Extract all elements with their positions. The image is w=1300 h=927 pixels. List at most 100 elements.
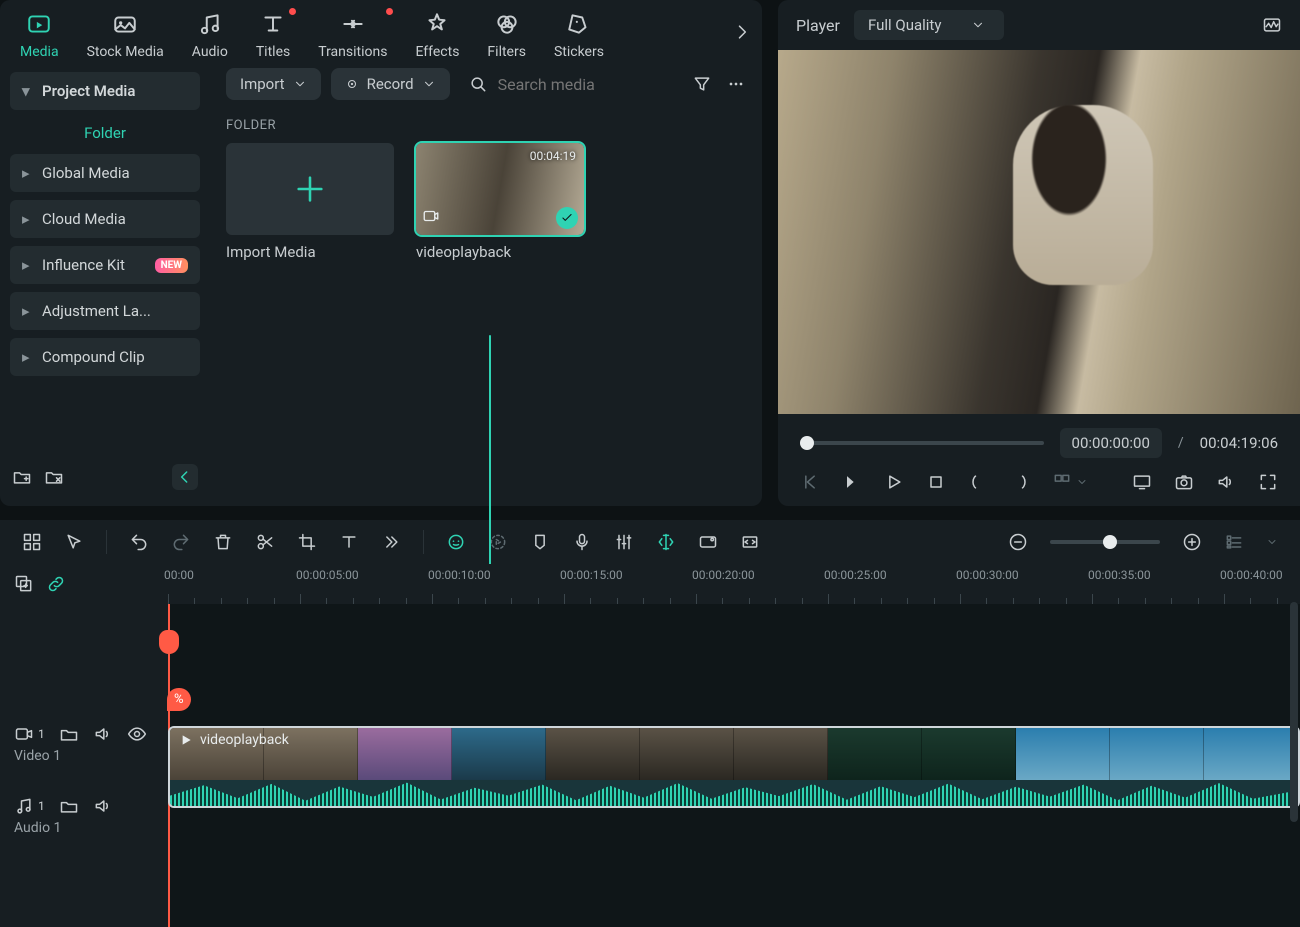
- ai-tool-icon[interactable]: [446, 532, 466, 552]
- clip-name-label: videoplayback: [416, 243, 584, 261]
- tab-stock-media[interactable]: Stock Media: [87, 8, 164, 60]
- zoom-out-button[interactable]: [1008, 532, 1028, 552]
- sidebar-adjustment-layer[interactable]: ▸Adjustment La...: [10, 292, 200, 330]
- tabs-overflow-button[interactable]: [732, 22, 752, 42]
- sidebar-project-media[interactable]: ▾ Project Media: [10, 72, 200, 110]
- video-clip[interactable]: videoplayback: [168, 726, 1300, 808]
- sidebar-compound-clip[interactable]: ▸Compound Clip: [10, 338, 200, 376]
- filter-icon[interactable]: [692, 74, 712, 94]
- player-quality-select[interactable]: Full Quality: [854, 10, 1004, 40]
- audio-icon: [194, 8, 226, 40]
- layout-button[interactable]: [1052, 472, 1088, 492]
- step-back-button[interactable]: [842, 472, 862, 492]
- layout-grid-icon[interactable]: [22, 532, 42, 552]
- media-content: Import Record FOLDER: [210, 60, 762, 506]
- tab-transitions[interactable]: Transitions: [318, 8, 387, 60]
- sidebar-global-media[interactable]: ▸Global Media: [10, 154, 200, 192]
- ruler-label: 00:00:40:00: [1220, 568, 1283, 582]
- stop-button[interactable]: [926, 472, 946, 492]
- sidebar-folder-label[interactable]: Folder: [10, 118, 200, 146]
- timeline-vscrollbar[interactable]: [1290, 602, 1298, 822]
- track-view-chevron-icon[interactable]: [1266, 536, 1278, 548]
- scrub-thumb[interactable]: [800, 436, 814, 450]
- chevron-right-icon: ▸: [22, 302, 32, 320]
- player-scrubber[interactable]: [800, 441, 1044, 445]
- crop-button[interactable]: [297, 532, 317, 552]
- redo-button[interactable]: [171, 532, 191, 552]
- render-icon[interactable]: [488, 532, 508, 552]
- keyframe-icon[interactable]: [698, 532, 718, 552]
- sidebar-influence-kit[interactable]: ▸Influence KitNEW: [10, 246, 200, 284]
- fit-icon[interactable]: [740, 532, 760, 552]
- add-track-icon[interactable]: [14, 574, 34, 594]
- marker-icon[interactable]: [530, 532, 550, 552]
- play-button[interactable]: [884, 472, 904, 492]
- mark-out-button[interactable]: [1010, 472, 1030, 492]
- selected-check-icon: [556, 207, 578, 229]
- voiceover-icon[interactable]: [572, 532, 592, 552]
- delete-button[interactable]: [213, 532, 233, 552]
- playhead-handle[interactable]: [159, 630, 179, 654]
- snapshot-button[interactable]: [1174, 472, 1194, 492]
- mark-in-button[interactable]: [968, 472, 988, 492]
- fullscreen-button[interactable]: [1258, 472, 1278, 492]
- track-mute-icon[interactable]: [93, 724, 113, 744]
- track-view-icon[interactable]: [1224, 532, 1244, 552]
- media-clip-thumbnail[interactable]: 00:04:19: [416, 143, 584, 235]
- zoom-slider-thumb[interactable]: [1103, 535, 1117, 549]
- chevron-right-icon: ▸: [22, 256, 32, 274]
- audio-track-icon[interactable]: [14, 796, 34, 816]
- link-toggle-icon[interactable]: [46, 574, 66, 594]
- undo-button[interactable]: [129, 532, 149, 552]
- clip-duration: 00:04:19: [530, 149, 576, 163]
- video-track-icon[interactable]: [14, 724, 34, 744]
- clip-play-icon: [178, 732, 194, 748]
- more-tools-icon[interactable]: [381, 532, 401, 552]
- split-button[interactable]: [255, 532, 275, 552]
- preview-monitor-button[interactable]: [1132, 472, 1152, 492]
- media-icon: [23, 8, 55, 40]
- timeline-ruler[interactable]: 00:0000:00:05:0000:00:10:0000:00:15:0000…: [168, 564, 1300, 604]
- text-button[interactable]: [339, 532, 359, 552]
- filters-icon: [491, 8, 523, 40]
- stock-media-icon: [109, 8, 141, 40]
- tab-audio[interactable]: Audio: [192, 8, 228, 60]
- scope-icon[interactable]: [1262, 15, 1282, 35]
- tab-filters[interactable]: Filters: [487, 8, 526, 60]
- import-button[interactable]: Import: [226, 68, 321, 100]
- effects-icon: [421, 8, 453, 40]
- player-preview[interactable]: [778, 50, 1300, 414]
- timeline-tracks[interactable]: % videoplayback: [168, 604, 1300, 927]
- track-mute-icon[interactable]: [93, 796, 113, 816]
- player-title: Player: [796, 16, 840, 35]
- tab-effects[interactable]: Effects: [415, 8, 459, 60]
- zoom-slider[interactable]: [1050, 540, 1160, 544]
- main-tabs: Media Stock Media Audio Titles: [0, 0, 762, 60]
- record-button[interactable]: Record: [331, 68, 450, 100]
- tab-stickers[interactable]: Stickers: [554, 8, 604, 60]
- video-type-icon: [422, 207, 440, 229]
- delete-folder-icon[interactable]: [44, 467, 64, 487]
- track-lock-icon[interactable]: [59, 796, 79, 816]
- cursor-tool-icon[interactable]: [64, 532, 84, 552]
- ruler-label: 00:00:35:00: [1088, 568, 1151, 582]
- tab-media[interactable]: Media: [20, 8, 59, 60]
- import-media-slot[interactable]: [226, 143, 394, 235]
- prev-frame-button[interactable]: [800, 472, 820, 492]
- auto-cut-icon[interactable]: [656, 532, 676, 552]
- zoom-in-button[interactable]: [1182, 532, 1202, 552]
- video-track-header: 1 Video 1: [0, 716, 168, 772]
- track-visible-icon[interactable]: [127, 724, 147, 744]
- more-icon[interactable]: [726, 74, 746, 94]
- chevron-down-icon: [971, 18, 985, 32]
- sidebar-cloud-media[interactable]: ▸Cloud Media: [10, 200, 200, 238]
- timeline-toolbar: [0, 520, 1300, 564]
- tab-titles[interactable]: Titles: [256, 8, 290, 60]
- track-lock-icon[interactable]: [59, 724, 79, 744]
- new-badge: NEW: [155, 258, 188, 273]
- audio-mixer-icon[interactable]: [614, 532, 634, 552]
- collapse-sidebar-button[interactable]: [172, 464, 198, 490]
- new-folder-icon[interactable]: [12, 467, 32, 487]
- volume-button[interactable]: [1216, 472, 1236, 492]
- search-media-input[interactable]: [498, 75, 682, 94]
